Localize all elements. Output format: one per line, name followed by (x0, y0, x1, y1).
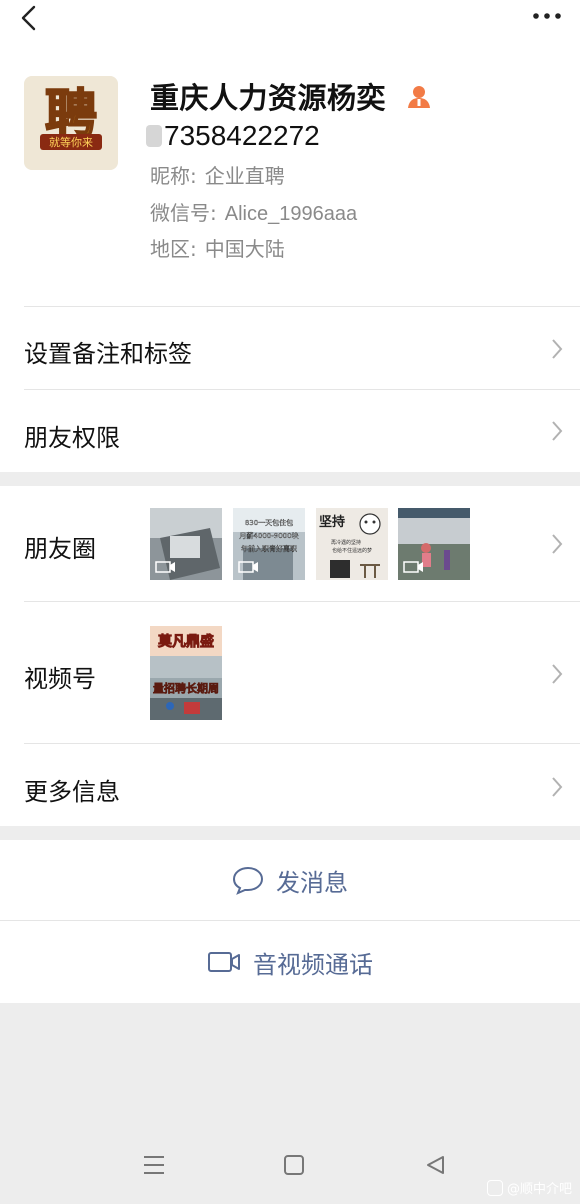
back-arrow-icon[interactable] (18, 4, 42, 32)
channels-row[interactable]: 视频号 莫凡鼎盛 量招聘长期周 (0, 602, 580, 744)
channels-label: 视频号 (24, 665, 96, 693)
send-message-label: 发消息 (276, 868, 348, 897)
contact-phone: 7358422272 (164, 120, 320, 151)
channels-thumbnail[interactable]: 莫凡鼎盛 量招聘长期周 (150, 626, 222, 720)
channels-thumb-line2: 量招聘长期周 (153, 681, 219, 695)
wechat-id-line: 微信号: Alice_1996aaa (150, 197, 357, 226)
region-value: 中国大陆 (204, 237, 285, 261)
send-message-button[interactable]: 发消息 (0, 840, 580, 920)
remark-tags-label: 设置备注和标签 (24, 340, 192, 368)
chevron-right-icon (552, 777, 563, 797)
person-badge-icon (408, 86, 431, 108)
moments-thumbnail[interactable] (150, 508, 222, 580)
phone-mask (146, 125, 162, 147)
region-label: 地区: (150, 237, 197, 261)
friend-permissions-label: 朋友权限 (24, 424, 120, 452)
thumb-overlay-line2: 也给不住遥远的梦 (332, 547, 372, 554)
channels-thumb-line1: 莫凡鼎盛 (157, 633, 214, 650)
thumb-overlay-3: 年前入职青好离职 (241, 544, 297, 553)
remark-tags-row[interactable]: 设置备注和标签 (0, 308, 580, 390)
moments-row[interactable]: 朋友圈 830一天包住包 月薪4000-9000块 年前入职青好离职 坚持 再冷… (0, 486, 580, 602)
moments-thumbnail[interactable]: 830一天包住包 月薪4000-9000块 年前入职青好离职 (233, 508, 305, 580)
video-camera-icon (208, 952, 240, 972)
video-call-label: 音视频通话 (253, 950, 373, 979)
thumb-overlay-1: 830一天包住包 (245, 518, 293, 527)
nickname-line: 昵称: 企业直聘 (150, 160, 285, 189)
nickname-label: 昵称: (150, 164, 197, 188)
wechat-id-label: 微信号: (150, 201, 217, 225)
contact-name: 重庆人力资源杨奕 (150, 81, 387, 115)
thumb-overlay-2: 月薪4000-9000块 (239, 531, 298, 540)
divider (24, 306, 580, 307)
thumb-overlay-title: 坚持 (319, 514, 345, 530)
back-triangle-icon[interactable] (424, 1154, 446, 1176)
video-call-button[interactable]: 音视频通话 (0, 921, 580, 1003)
chevron-right-icon (552, 664, 563, 684)
watermark-logo-icon (486, 1179, 503, 1196)
moments-label: 朋友圈 (24, 535, 96, 563)
more-info-row[interactable]: 更多信息 (0, 744, 580, 826)
home-icon[interactable] (283, 1154, 305, 1176)
friend-permissions-row[interactable]: 朋友权限 (0, 390, 580, 472)
more-info-label: 更多信息 (24, 778, 120, 806)
chevron-right-icon (552, 534, 563, 554)
moments-thumbnail[interactable]: 坚持 再冷遇的坚持 也给不住遥远的梦 (316, 508, 388, 580)
thumb-overlay-line1: 再冷遇的坚持 (331, 539, 361, 546)
watermark: @顺中介吧 (486, 1178, 572, 1197)
avatar-caption: 就等你来 (49, 135, 93, 149)
chat-bubble-icon (232, 866, 264, 895)
more-options-icon[interactable] (532, 6, 562, 26)
wechat-id-value: Alice_1996aaa (224, 203, 358, 225)
region-line: 地区: 中国大陆 (150, 233, 285, 262)
watermark-text: @顺中介吧 (506, 1182, 572, 1197)
top-bar (0, 0, 580, 40)
moments-thumbnail[interactable] (398, 508, 470, 580)
chevron-right-icon (552, 421, 563, 441)
menu-icon[interactable] (142, 1154, 166, 1176)
nickname-value: 企业直聘 (204, 164, 285, 188)
avatar[interactable]: 聘 就等你来 (24, 76, 118, 170)
profile-header: 聘 就等你来 重庆人力资源杨奕 7358422272 昵称: 企业直聘 微信号: A… (0, 40, 580, 308)
chevron-right-icon (552, 339, 563, 359)
